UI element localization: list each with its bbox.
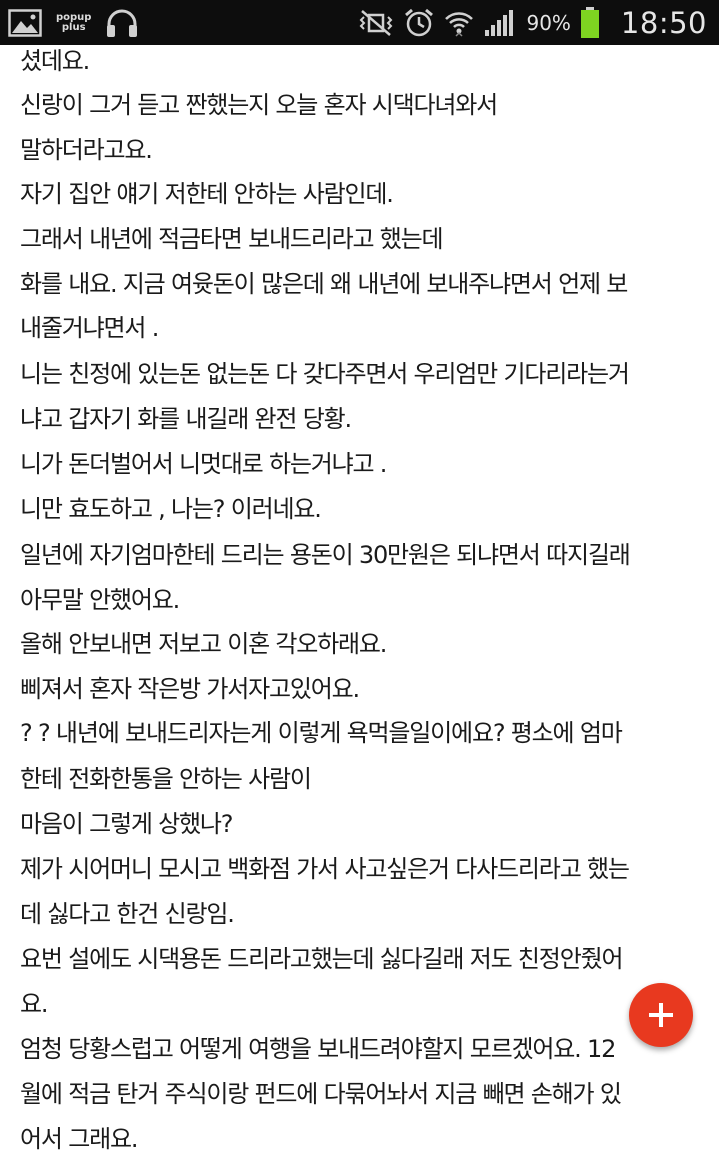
- article-line: 어서 그래요.: [20, 1125, 138, 1152]
- article-line: 월에 적금 탄거 주식이랑 펀드에 다묶어놔서 지금 빼면 손해가 있: [20, 1080, 622, 1108]
- article-body: 셨데요. 신랑이 그거 듣고 짠했는지 오늘 혼자 시댁다녀와서 말하더라고요.…: [0, 45, 719, 1152]
- article-line: 요.: [20, 990, 49, 1018]
- article-line: 한테 전화한통을 안하는 사람이: [20, 765, 312, 793]
- plus-icon: [646, 1000, 676, 1030]
- article-line: 마음이 그렇게 상했나?: [20, 810, 234, 838]
- article-line: 요번 설에도 시댁용돈 드리라고했는데 싫다길래 저도 친정안줬어: [20, 945, 624, 973]
- headphones-icon: [105, 8, 139, 38]
- article-line: 말하더라고요.: [20, 136, 153, 164]
- status-bar-left: popup plus: [8, 0, 139, 45]
- status-bar: popup plus 90% 18:50: [0, 0, 719, 45]
- popup-logo-line1: popup: [56, 11, 92, 23]
- wifi-icon: [444, 8, 474, 38]
- article-line: 셨데요.: [20, 47, 90, 75]
- article-line: 아무말 안했어요.: [20, 586, 180, 614]
- article-line: ? ? 내년에 보내드리자는게 이렇게 욕먹을일이에요? 평소에 엄마: [20, 719, 623, 747]
- article-line: 자기 집안 얘기 저한테 안하는 사람인데.: [20, 180, 394, 208]
- battery-percent: 90%: [526, 10, 571, 35]
- article-line: 니는 친정에 있는돈 없는돈 다 갖다주면서 우리엄만 기다리라는거: [20, 360, 630, 388]
- article-line: 신랑이 그거 듣고 짠했는지 오늘 혼자 시댁다녀와서: [20, 91, 498, 119]
- article-line: 제가 시어머니 모시고 백화점 가서 사고싶은거 다사드리라고 했는: [20, 855, 630, 883]
- phone-screen: popup plus 90% 18:50 셨데요. 신랑이 그거 듣고 짠했는지…: [0, 0, 719, 1152]
- article-line: 니만 효도하고 , 나는? 이러네요.: [20, 495, 322, 523]
- battery-icon: [580, 6, 600, 39]
- article-line: 그래서 내년에 적금타면 보내드리라고 했는데: [20, 225, 444, 253]
- article-line: 엄청 당황스럽고 어떻게 여행을 보내드려야할지 모르겠어요. 12: [20, 1035, 616, 1063]
- add-floating-button[interactable]: [629, 983, 693, 1047]
- article-line: 니가 돈더벌어서 니멋대로 하는거냐고 .: [20, 450, 387, 478]
- clock: 18:50: [620, 5, 707, 40]
- article-line: 올해 안보내면 저보고 이혼 각오하래요.: [20, 630, 387, 658]
- article-line: 내줄거냐면서 .: [20, 314, 159, 342]
- article-line: 데 싫다고 한건 신랑임.: [20, 900, 235, 928]
- popup-logo-line2: plus: [61, 21, 86, 33]
- article-line: 일년에 자기엄마한테 드리는 용돈이 30만원은 되냐면서 따지길래: [20, 541, 631, 569]
- popup-plus-logo: popup plus: [56, 11, 92, 33]
- article-line: 화를 내요. 지금 여윳돈이 많은데 왜 내년에 보내주냐면서 언제 보: [20, 270, 628, 298]
- article-line: 냐고 갑자기 화를 내길래 완전 당황.: [20, 405, 352, 433]
- signal-icon: [483, 8, 517, 38]
- image-icon: [8, 8, 42, 37]
- mute-vibrate-icon: [358, 9, 394, 37]
- alarm-icon: [403, 7, 435, 39]
- status-bar-right: 90% 18:50: [358, 0, 707, 45]
- article-line: 삐져서 혼자 작은방 가서자고있어요.: [20, 675, 360, 703]
